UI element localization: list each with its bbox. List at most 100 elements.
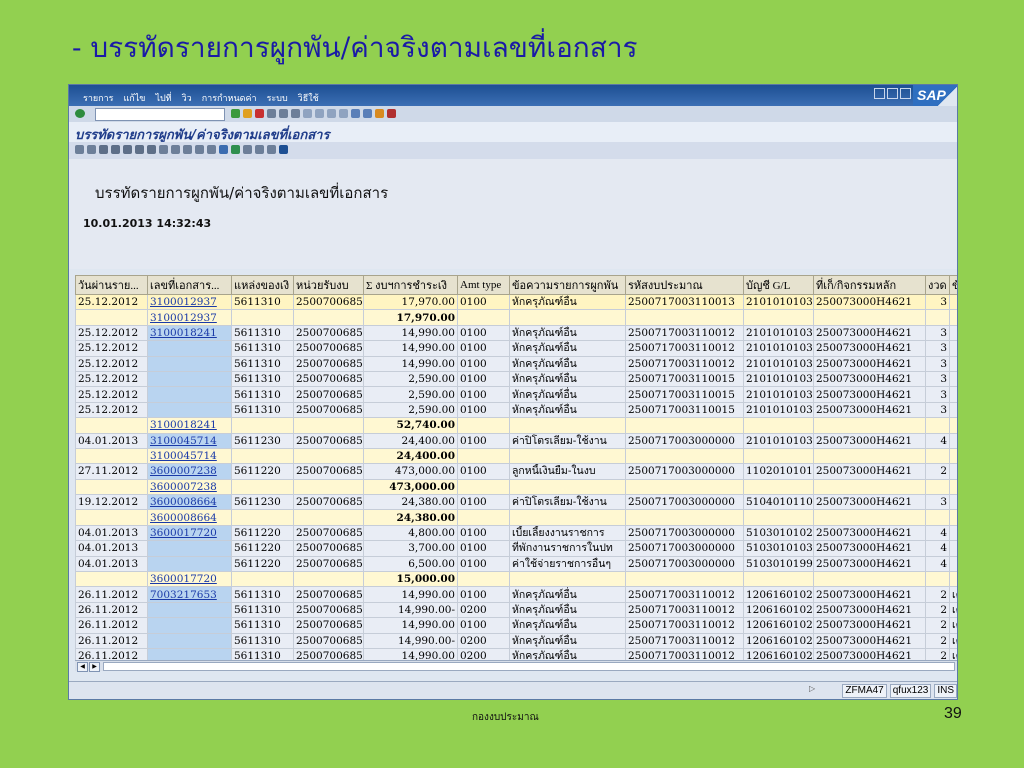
subtotal-row[interactable]: 3100018241 52,740.00 — [75, 417, 957, 434]
enter-icon[interactable] — [75, 109, 85, 118]
table-row[interactable]: 04.01.2013 3100045714 5611230 2500700685 24,… — [75, 432, 957, 449]
menu-item[interactable]: ไปที่ — [155, 91, 171, 105]
document-link[interactable]: 3100045714 — [150, 435, 217, 447]
graphic-icon[interactable] — [195, 145, 204, 154]
sort-desc-icon[interactable] — [111, 145, 120, 154]
mail-icon[interactable] — [183, 145, 192, 154]
subtotal-doc-cell: 3600008664 — [147, 509, 232, 526]
document-link[interactable]: 3100012937 — [150, 296, 217, 308]
shortcut-icon[interactable] — [363, 109, 372, 118]
menu-item[interactable]: วิธีใช้ — [298, 91, 319, 105]
subtotal-row[interactable]: 3600008664 24,380.00 — [75, 509, 957, 526]
column-header[interactable]: ที่เก็/กิจกรรมหลัก — [813, 275, 926, 295]
column-header[interactable]: แหล่งของเงิ — [231, 275, 294, 295]
table-row[interactable]: 26.11.2012 5611310 2500700685 14,990.00- 020… — [75, 632, 957, 649]
column-header[interactable]: หน่วยรับงบ — [293, 275, 364, 295]
layout-save-icon[interactable] — [267, 145, 276, 154]
find-icon[interactable] — [279, 109, 288, 118]
column-header[interactable]: รหัสงบประมาณ — [625, 275, 744, 295]
maximize-icon[interactable] — [887, 88, 898, 99]
next-page-icon[interactable] — [327, 109, 336, 118]
menu-item[interactable]: แก้ไข — [124, 91, 146, 105]
word-icon[interactable] — [219, 145, 228, 154]
table-row[interactable]: 26.11.2012 5611310 2500700685 14,990.00- 020… — [75, 601, 957, 619]
scroll-left-icon[interactable]: ◀ — [77, 662, 88, 672]
table-row[interactable]: 25.12.2012 5611310 2500700685 14,990.00 0100… — [75, 340, 957, 357]
subtotal-icon[interactable] — [147, 145, 156, 154]
column-header[interactable]: งวด — [925, 275, 950, 295]
status-expand-icon[interactable]: ▷ — [809, 684, 815, 693]
cancel-icon[interactable] — [255, 109, 264, 118]
document-link[interactable]: 7003217653 — [150, 589, 217, 601]
layout-select-icon[interactable] — [243, 145, 252, 154]
help-icon[interactable] — [375, 109, 384, 118]
menu-item[interactable]: รายการ — [83, 91, 114, 105]
export-icon[interactable] — [171, 145, 180, 154]
table-row[interactable]: 19.12.2012 3600008664 5611230 2500700685 24,… — [75, 494, 957, 511]
subtotal-row[interactable]: 3100012937 17,970.00 — [75, 309, 957, 326]
new-session-icon[interactable] — [351, 109, 360, 118]
table-row[interactable]: 26.11.2012 7003217653 5611310 2500700685 14,… — [75, 586, 957, 603]
table-row[interactable]: 25.12.2012 3100012937 5611310 2500700685 17,… — [75, 293, 957, 311]
abc-analysis-icon[interactable] — [207, 145, 216, 154]
cell-per: 4 — [925, 524, 950, 542]
minimize-icon[interactable] — [874, 88, 885, 99]
scroll-right-icon[interactable]: ▶ — [89, 662, 100, 672]
filter-icon[interactable] — [123, 145, 132, 154]
back-icon[interactable] — [231, 109, 240, 118]
column-header[interactable]: วันผ่านราย... — [75, 275, 148, 295]
layout-change-icon[interactable] — [255, 145, 264, 154]
menu-item[interactable]: วิว — [182, 91, 192, 105]
layout-icon[interactable] — [387, 109, 396, 118]
scroll-thumb[interactable] — [103, 662, 955, 671]
table-row[interactable]: 04.01.2013 5611220 2500700685 3,700.00 0100 ท… — [75, 540, 957, 557]
document-link[interactable]: 3100018241 — [150, 327, 217, 339]
cell-amt: 6,500.00 — [363, 555, 458, 573]
table-row[interactable]: 26.11.2012 5611310 2500700685 14,990.00 0200… — [75, 647, 957, 660]
empty-cell — [925, 417, 950, 434]
table-row[interactable]: 25.12.2012 5611310 2500700685 2,590.00 0100 ห… — [75, 370, 957, 388]
info-icon[interactable] — [279, 145, 288, 154]
table-row[interactable]: 25.12.2012 5611310 2500700685 2,590.00 0100 ห… — [75, 401, 957, 419]
table-row[interactable]: 25.12.2012 3100018241 5611310 2500700685 14,… — [75, 324, 957, 342]
find-next-icon[interactable] — [291, 109, 300, 118]
command-field[interactable] — [95, 108, 225, 121]
document-link[interactable]: 3600017720 — [150, 527, 217, 539]
subtotal-row[interactable]: 3100045714 24,400.00 — [75, 447, 957, 465]
column-header[interactable]: เลขที่เอกสาร... — [147, 275, 232, 295]
column-header[interactable]: ข้อความรายการผูกพัน — [509, 275, 626, 295]
print-icon[interactable] — [267, 109, 276, 118]
sort-asc-icon[interactable] — [99, 145, 108, 154]
close-icon[interactable] — [900, 88, 911, 99]
horizontal-scrollbar[interactable]: ◀ ▶ — [75, 660, 957, 672]
column-header[interactable]: บัญชี G/L — [743, 275, 814, 295]
subtotal-row[interactable]: 3600017720 15,000.00 — [75, 571, 957, 588]
last-page-icon[interactable] — [339, 109, 348, 118]
document-link[interactable]: 3600007238 — [150, 465, 217, 477]
prev-page-icon[interactable] — [315, 109, 324, 118]
sum-icon[interactable] — [135, 145, 144, 154]
document-link[interactable]: 3600008664 — [150, 496, 217, 508]
column-header[interactable]: Amt type — [457, 275, 510, 295]
table-row[interactable]: 04.01.2013 3600017720 5611220 2500700685 4,8… — [75, 524, 957, 542]
subtotal-row[interactable]: 3600007238 473,000.00 — [75, 478, 957, 496]
refresh-icon[interactable] — [87, 145, 96, 154]
first-page-icon[interactable] — [303, 109, 312, 118]
alv-grid[interactable]: วันผ่านราย... เลขที่เอกสาร... แหล่งของเงิห… — [75, 275, 957, 660]
exit-icon[interactable] — [243, 109, 252, 118]
excel-icon[interactable] — [231, 145, 240, 154]
table-row[interactable]: 25.12.2012 5611310 2500700685 2,590.00 0100 ห… — [75, 386, 957, 403]
table-row[interactable]: 26.11.2012 5611310 2500700685 14,990.00 0100… — [75, 617, 957, 634]
table-row[interactable]: 27.11.2012 3600007238 5611220 2500700685 473… — [75, 463, 957, 480]
column-header[interactable]: ข้อค — [949, 275, 957, 295]
column-header[interactable]: Σ งบฯการชำระเงิ — [363, 275, 458, 295]
print-preview-icon[interactable] — [159, 145, 168, 154]
table-row[interactable]: 25.12.2012 5611310 2500700685 14,990.00 0100… — [75, 355, 957, 372]
cell-gl: 5104010110 — [743, 494, 814, 511]
menu-item[interactable]: ระบบ — [267, 91, 288, 105]
empty-cell — [509, 478, 626, 496]
menu-item[interactable]: การกำหนดค่า — [202, 91, 257, 105]
table-row[interactable]: 04.01.2013 5611220 2500700685 6,500.00 0100 ค… — [75, 555, 957, 573]
details-icon[interactable] — [75, 145, 84, 154]
empty-cell — [925, 478, 950, 496]
